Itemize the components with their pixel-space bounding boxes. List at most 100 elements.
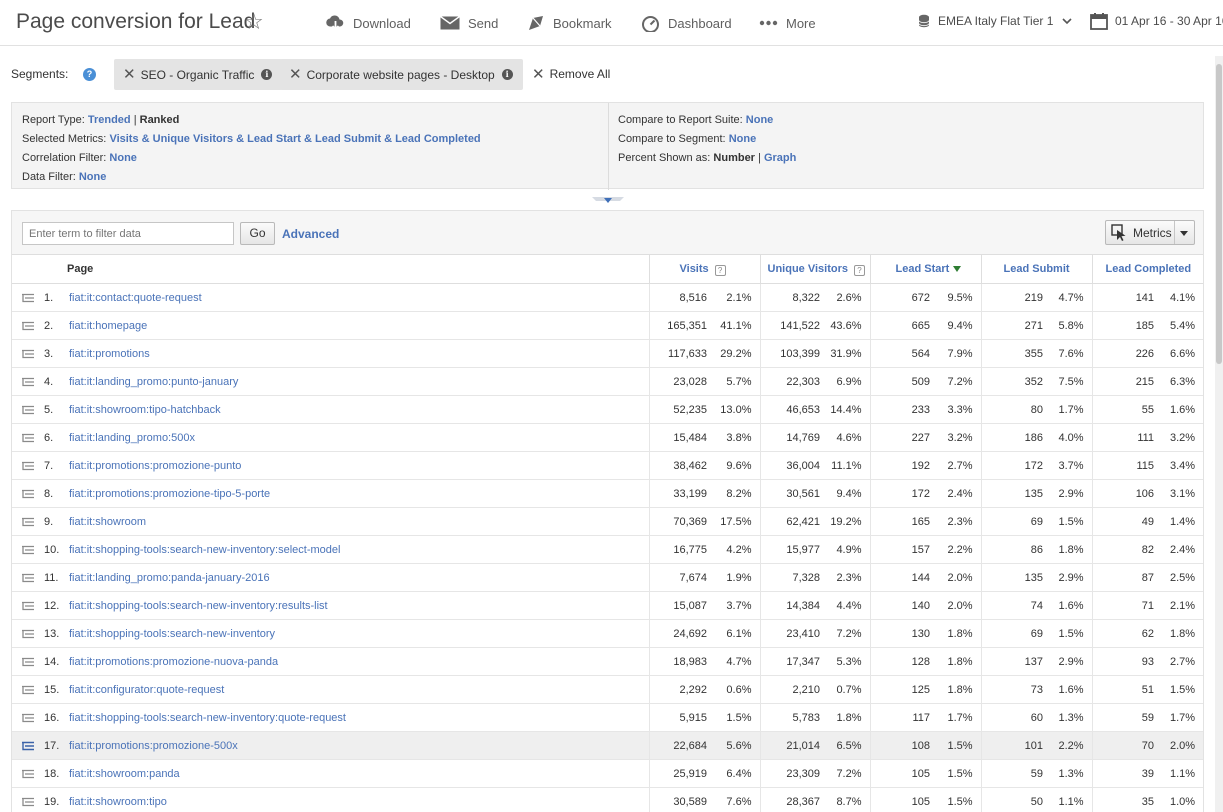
lead-completed-percent: 1.6% bbox=[1154, 395, 1204, 424]
compare-suite-link[interactable]: None bbox=[746, 114, 774, 126]
go-button[interactable]: Go bbox=[240, 222, 275, 245]
page-link[interactable]: fiat:it:promotions:promozione-tipo-5-por… bbox=[69, 488, 270, 500]
send-button[interactable]: Send bbox=[440, 13, 498, 33]
breakdown-icon[interactable] bbox=[21, 405, 35, 420]
page-cell: 17. fiat:it:promotions:promozione-500x bbox=[12, 731, 649, 760]
breakdown-icon[interactable] bbox=[21, 573, 35, 588]
page-link[interactable]: fiat:it:showroom bbox=[69, 516, 146, 528]
column-header-lead-completed[interactable]: Lead Completed bbox=[1091, 254, 1204, 284]
page-link[interactable]: fiat:it:promotions:promozione-punto bbox=[69, 460, 241, 472]
lead-start-percent: 1.7% bbox=[930, 703, 982, 732]
breakdown-icon[interactable] bbox=[21, 517, 35, 532]
advanced-link[interactable]: Advanced bbox=[282, 227, 339, 241]
breakdown-icon[interactable] bbox=[21, 797, 35, 812]
rank-number: 7. bbox=[44, 460, 54, 472]
page-link[interactable]: fiat:it:promotions bbox=[69, 348, 150, 360]
correlation-filter-link[interactable]: None bbox=[109, 152, 137, 164]
lead-start-percent: 2.2% bbox=[930, 535, 982, 564]
scrollbar-thumb[interactable] bbox=[1216, 64, 1222, 364]
visits-percent: 0.6% bbox=[707, 675, 760, 704]
visits-value: 18,983 bbox=[648, 647, 707, 676]
report-suite-selector[interactable]: EMEA Italy Flat Tier 1 bbox=[918, 14, 1072, 28]
lead-completed-percent: 1.0% bbox=[1154, 787, 1204, 812]
page-cell: 11. fiat:it:landing_promo:panda-january-2… bbox=[12, 563, 649, 592]
trended-link[interactable]: Trended bbox=[88, 114, 131, 126]
lead-completed-percent: 6.3% bbox=[1154, 367, 1204, 396]
favorite-star-icon[interactable]: ☆ bbox=[244, 10, 264, 34]
table-row: 17. fiat:it:promotions:promozione-500x 22,… bbox=[12, 731, 1204, 760]
breakdown-icon[interactable] bbox=[21, 713, 35, 728]
close-icon[interactable]: ✕ bbox=[289, 67, 302, 82]
breakdown-icon[interactable] bbox=[21, 685, 35, 700]
vertical-scrollbar[interactable] bbox=[1215, 56, 1223, 812]
info-icon[interactable]: i bbox=[501, 69, 513, 80]
breakdown-icon[interactable] bbox=[21, 433, 35, 448]
more-button[interactable]: More bbox=[759, 13, 816, 33]
page-link[interactable]: fiat:it:contact:quote-request bbox=[69, 292, 202, 304]
page-link[interactable]: fiat:it:landing_promo:punto-january bbox=[69, 376, 238, 388]
table-row: 1. fiat:it:contact:quote-request 8,516 2.1%… bbox=[12, 283, 1204, 312]
page-link[interactable]: fiat:it:showroom:tipo bbox=[69, 796, 167, 808]
compare-suite-label: Compare to Report Suite: bbox=[618, 114, 743, 126]
collapse-panel-icon[interactable] bbox=[592, 197, 624, 205]
database-icon bbox=[918, 14, 930, 28]
question-icon[interactable]: ? bbox=[853, 264, 865, 276]
breakdown-icon[interactable] bbox=[21, 461, 35, 476]
lead-start-value: 144 bbox=[869, 563, 931, 592]
info-icon[interactable]: i bbox=[261, 69, 273, 80]
page-link[interactable]: fiat:it:shopping-tools:search-new-invent… bbox=[69, 544, 340, 556]
page-link[interactable]: fiat:it:promotions:promozione-nuova-pand… bbox=[69, 656, 278, 668]
date-range-selector[interactable]: 01 Apr 16 - 30 Apr 16 bbox=[1090, 12, 1223, 30]
selected-metrics-link[interactable]: Visits & Unique Visitors & Lead Start & … bbox=[109, 133, 480, 145]
download-button[interactable]: Download bbox=[326, 13, 411, 33]
visits-percent: 1.5% bbox=[707, 703, 760, 732]
percent-graph-link[interactable]: Graph bbox=[764, 152, 796, 164]
filter-input[interactable] bbox=[22, 222, 234, 245]
column-header-lead-start[interactable]: Lead Start bbox=[869, 254, 982, 284]
data-filter-link[interactable]: None bbox=[79, 171, 107, 183]
close-icon[interactable]: ✕ bbox=[123, 67, 136, 82]
page-link[interactable]: fiat:it:promotions:promozione-500x bbox=[69, 740, 238, 752]
dashboard-button[interactable]: Dashboard bbox=[641, 13, 732, 33]
page-link[interactable]: fiat:it:landing_promo:panda-january-2016 bbox=[69, 572, 270, 584]
segment-chip-corporate[interactable]: ✕ Corporate website pages - Desktop i bbox=[280, 59, 523, 90]
breakdown-icon[interactable] bbox=[21, 769, 35, 784]
lead-start-value: 130 bbox=[869, 619, 931, 648]
breakdown-icon[interactable] bbox=[21, 629, 35, 644]
breakdown-icon[interactable] bbox=[21, 545, 35, 560]
page-link[interactable]: fiat:it:configurator:quote-request bbox=[69, 684, 224, 696]
remove-all-button[interactable]: ✕ Remove All bbox=[532, 65, 610, 83]
breakdown-icon[interactable] bbox=[21, 293, 35, 308]
metrics-button[interactable]: Metrics bbox=[1105, 220, 1195, 245]
caret-down-icon[interactable] bbox=[1180, 231, 1188, 236]
bookmark-button[interactable]: Bookmark bbox=[527, 13, 612, 33]
column-header-lead-submit[interactable]: Lead Submit bbox=[980, 254, 1093, 284]
unique-visitors-value: 23,410 bbox=[759, 619, 820, 648]
lead-start-percent: 9.4% bbox=[930, 311, 982, 340]
column-header-unique-visitors[interactable]: Unique Visitors? bbox=[759, 254, 871, 284]
breakdown-icon[interactable] bbox=[21, 377, 35, 392]
column-header-page[interactable]: Page bbox=[12, 254, 649, 284]
breakdown-icon[interactable] bbox=[21, 489, 35, 504]
page-link[interactable]: fiat:it:homepage bbox=[69, 320, 147, 332]
breakdown-icon[interactable] bbox=[21, 601, 35, 616]
question-icon[interactable]: ? bbox=[714, 264, 726, 276]
segment-chip-seo[interactable]: ✕ SEO - Organic Traffic i bbox=[114, 59, 283, 90]
breakdown-icon[interactable] bbox=[21, 741, 35, 756]
page-link[interactable]: fiat:it:shopping-tools:search-new-invent… bbox=[69, 600, 328, 612]
breakdown-icon[interactable] bbox=[21, 349, 35, 364]
compare-segment-link[interactable]: None bbox=[729, 133, 757, 145]
visits-percent: 29.2% bbox=[707, 339, 760, 368]
breakdown-icon[interactable] bbox=[21, 657, 35, 672]
visits-value: 24,692 bbox=[648, 619, 707, 648]
page-link[interactable]: fiat:it:landing_promo:500x bbox=[69, 432, 195, 444]
lead-start-percent: 2.7% bbox=[930, 451, 982, 480]
page-link[interactable]: fiat:it:showroom:tipo-hatchback bbox=[69, 404, 221, 416]
page-link[interactable]: fiat:it:shopping-tools:search-new-invent… bbox=[69, 628, 275, 640]
help-icon[interactable]: ? bbox=[83, 68, 96, 81]
unique-visitors-value: 14,384 bbox=[759, 591, 820, 620]
breakdown-icon[interactable] bbox=[21, 321, 35, 336]
page-link[interactable]: fiat:it:showroom:panda bbox=[69, 768, 180, 780]
column-header-visits[interactable]: Visits? bbox=[648, 254, 760, 284]
page-link[interactable]: fiat:it:shopping-tools:search-new-invent… bbox=[69, 712, 346, 724]
